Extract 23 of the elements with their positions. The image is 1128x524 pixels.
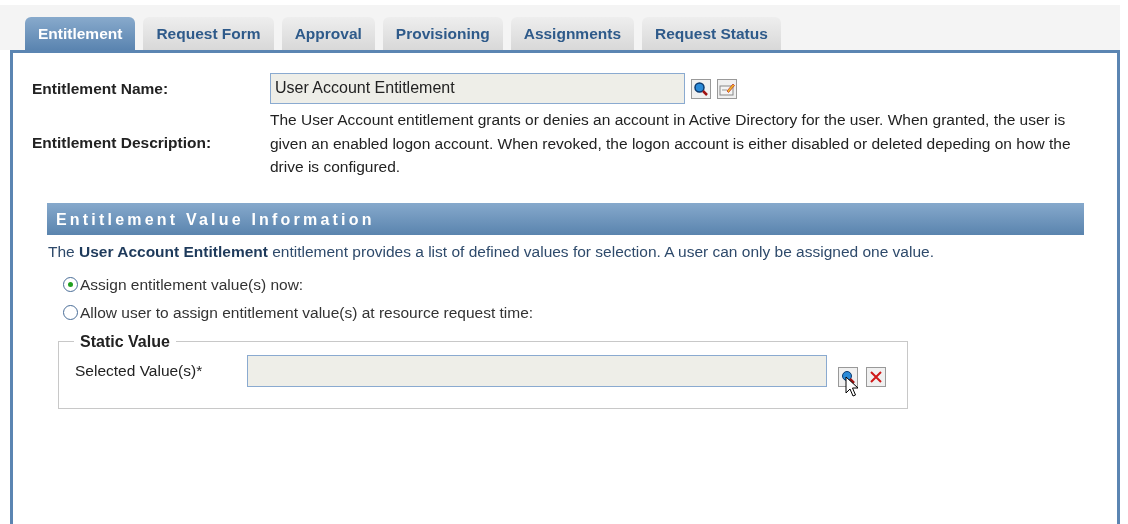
section-header: Entitlement Value Information [47, 202, 1084, 235]
radio-label: Assign entitlement value(s) now: [80, 275, 304, 294]
radio-button[interactable] [63, 305, 78, 320]
entitlement-name-field[interactable]: User Account Entitlement [270, 73, 685, 104]
radio-label: Allow user to assign entitlement value(s) at resource request time: [80, 303, 534, 322]
radio-button[interactable] [63, 277, 78, 292]
tab[interactable]: Request Status [642, 17, 781, 50]
tab[interactable]: Request Form [143, 17, 274, 50]
tab[interactable]: Assignments [510, 17, 635, 50]
field-label: Entitlement Description: [32, 134, 213, 153]
field-label: Entitlement Name: [32, 79, 170, 98]
entitlement-description: The User Account entitlement grants or denies an account in Active Directory for the user. When granted, the user is given an enabled logon account. When revoked, the logon account is either disabled or deleted depeding on how the drive is configured. [270, 110, 1072, 177]
mouse-cursor-icon [845, 375, 859, 398]
section-intro-text: The User Account Entitlement entitlement provides a list of defined values for selection. A user can only be assigned one value. [48, 241, 935, 262]
group-legend: Static Value [74, 332, 176, 351]
search-icon[interactable] [691, 78, 711, 99]
clear-icon[interactable] [866, 366, 886, 387]
selected-values-field[interactable] [247, 354, 827, 387]
tab[interactable]: Approval [281, 17, 375, 50]
field-label: Selected Value(s)* [75, 361, 204, 380]
edit-icon[interactable] [717, 78, 737, 99]
tab[interactable]: Entitlement [25, 17, 136, 50]
tab[interactable]: Provisioning [382, 17, 503, 50]
